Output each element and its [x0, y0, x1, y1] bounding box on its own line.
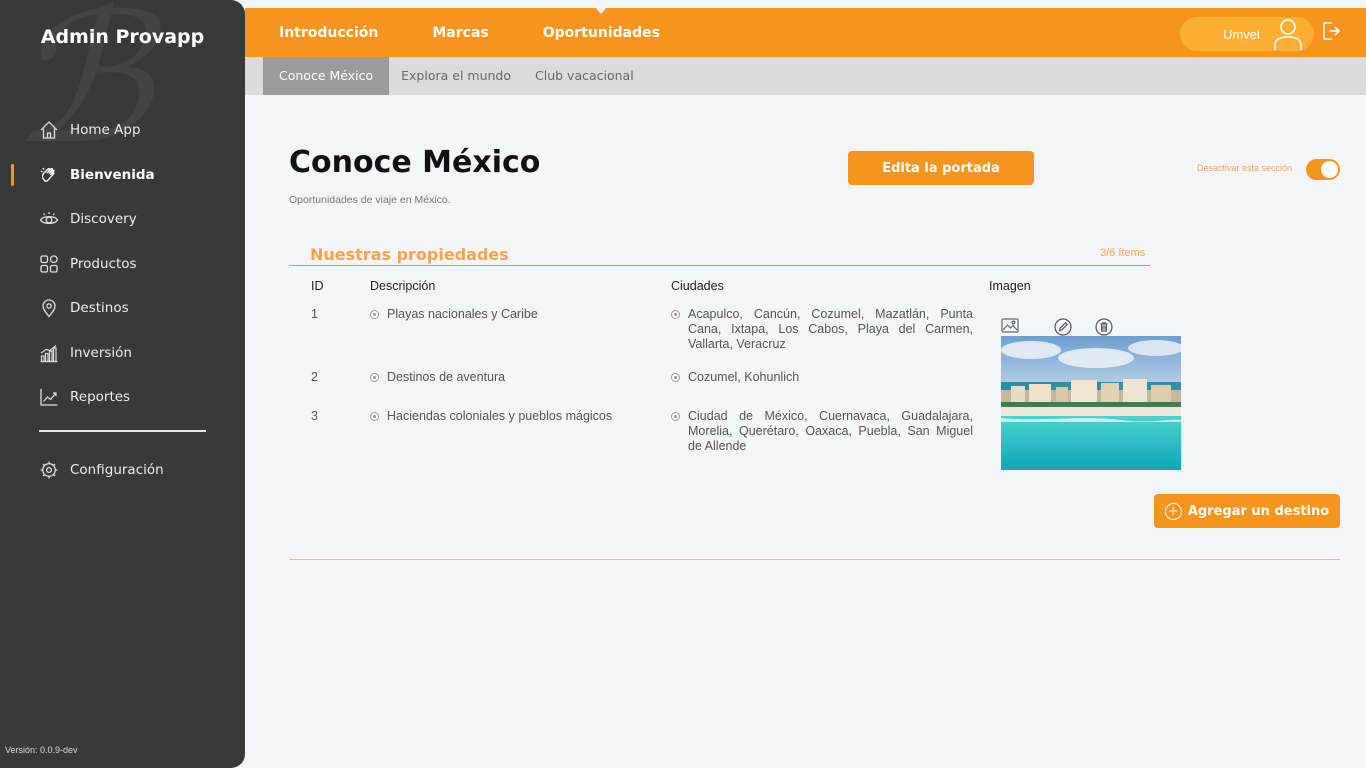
top-navigation-bar: Introducción Marcas Oportunidades Umvel: [245, 6, 1366, 57]
section-divider: [289, 265, 1150, 266]
bar-chart-icon: [39, 343, 59, 363]
version-label: Versión: 0.0.9-dev: [5, 745, 78, 755]
row-cities-text: Cozumel, Kohunlich: [688, 370, 800, 384]
tab-marcas[interactable]: Marcas: [432, 25, 488, 41]
add-destination-button[interactable]: + Agregar un destino: [1154, 494, 1340, 528]
bullet-icon: [671, 412, 680, 421]
sidebar-nav: Home App Bienvenida Discovery Productos …: [0, 108, 245, 420]
subtab-explora-el-mundo[interactable]: Explora el mundo: [389, 57, 523, 95]
home-icon: [39, 120, 59, 140]
sidebar-item-configuracion[interactable]: Configuración: [0, 448, 245, 493]
map-pin-icon: [39, 298, 59, 318]
row-id: 1: [311, 307, 318, 321]
sidebar-item-reportes[interactable]: Reportes: [0, 375, 245, 420]
sidebar-item-label: Discovery: [70, 211, 137, 228]
sub-navigation-bar: Conoce México Explora el mundo Club vaca…: [245, 57, 1366, 95]
sidebar: ℬ Admin Provapp Home App Bienvenida Disc…: [0, 0, 245, 768]
section-toggle[interactable]: [1306, 159, 1340, 180]
sidebar-item-inversion[interactable]: Inversión: [0, 331, 245, 376]
row-cities: Acapulco, Cancún, Cozumel, Mazatlán, Pun…: [671, 307, 973, 352]
image-tools: [1001, 318, 1121, 336]
row-cities-text: Ciudad de México, Cuernavaca, Guadalajar…: [688, 409, 973, 453]
bullet-icon: [370, 373, 379, 382]
sidebar-item-discovery[interactable]: Discovery: [0, 197, 245, 242]
edit-cover-button[interactable]: Edita la portada: [848, 151, 1034, 185]
image-icon[interactable]: [1001, 318, 1019, 338]
add-destination-label: Agregar un destino: [1187, 503, 1330, 519]
gear-icon: [39, 460, 59, 480]
sidebar-item-label: Inversión: [70, 344, 132, 361]
bullet-icon: [671, 310, 680, 319]
row-id: 3: [311, 409, 318, 423]
sidebar-divider: [39, 430, 206, 432]
page-title: Conoce México: [289, 145, 541, 180]
bullet-icon: [671, 373, 680, 382]
sidebar-item-bienvenida[interactable]: Bienvenida: [0, 153, 245, 198]
column-header-id: ID: [311, 279, 324, 293]
brand-title: Admin Provapp: [40, 26, 205, 48]
row-description-text: Haciendas coloniales y pueblos mágicos: [387, 409, 613, 423]
row-description-text: Playas nacionales y Caribe: [387, 307, 538, 321]
sub-tabs: Conoce México Explora el mundo Club vaca…: [245, 57, 1366, 95]
bullet-icon: [370, 412, 379, 421]
user-name: Umvel: [1223, 26, 1260, 42]
row-id: 2: [311, 370, 318, 384]
toggle-knob: [1321, 161, 1338, 178]
sidebar-item-label: Productos: [70, 255, 137, 272]
line-chart-icon: [39, 387, 59, 407]
row-cities-text: Acapulco, Cancún, Cozumel, Mazatlán, Pun…: [688, 307, 973, 351]
column-header-descripcion: Descripción: [370, 279, 436, 293]
row-description: Playas nacionales y Caribe: [370, 307, 538, 322]
sidebar-item-destinos[interactable]: Destinos: [0, 286, 245, 331]
toggle-section-label: Desactivar esta sección: [1197, 163, 1293, 173]
section-item-count: 3/6 ítems: [1100, 247, 1146, 259]
page-subtitle: Oportunidades de viaje en México.: [289, 194, 451, 206]
destination-photo: [1001, 336, 1181, 470]
sidebar-item-label: Home App: [70, 122, 141, 139]
subtab-conoce-mexico[interactable]: Conoce México: [263, 57, 390, 95]
row-cities: Ciudad de México, Cuernavaca, Guadalajar…: [671, 409, 973, 454]
bullet-icon: [370, 310, 379, 319]
user-menu[interactable]: Umvel: [1180, 17, 1314, 51]
sidebar-item-label: Destinos: [70, 300, 129, 317]
column-header-ciudades: Ciudades: [671, 279, 724, 293]
sidebar-item-home-app[interactable]: Home App: [0, 108, 245, 153]
content-bottom-divider: [289, 559, 1340, 560]
logout-icon[interactable]: [1321, 20, 1341, 47]
grid-icon: [39, 254, 59, 274]
main-tabs: Introducción Marcas Oportunidades: [279, 6, 714, 57]
column-header-imagen: Imagen: [989, 279, 1031, 293]
sidebar-config-group: Configuración: [0, 448, 245, 493]
sidebar-item-label: Reportes: [70, 389, 131, 406]
tab-introduccion[interactable]: Introducción: [279, 25, 378, 41]
user-avatar-icon: [1272, 18, 1304, 53]
subtab-club-vacacional[interactable]: Club vacacional: [523, 57, 646, 95]
section-title: Nuestras propiedades: [310, 245, 509, 264]
tab-oportunidades[interactable]: Oportunidades: [543, 6, 660, 41]
hand-wave-icon: [39, 165, 59, 185]
plus-circle-icon: +: [1164, 502, 1182, 520]
row-description: Haciendas coloniales y pueblos mágicos: [370, 409, 612, 424]
sidebar-item-label: Bienvenida: [70, 166, 155, 183]
sidebar-item-label: Configuración: [70, 462, 164, 479]
sidebar-item-productos[interactable]: Productos: [0, 242, 245, 287]
row-cities: Cozumel, Kohunlich: [671, 370, 973, 385]
eye-icon: [39, 209, 59, 229]
row-description: Destinos de aventura: [370, 370, 505, 385]
row-description-text: Destinos de aventura: [387, 370, 506, 384]
